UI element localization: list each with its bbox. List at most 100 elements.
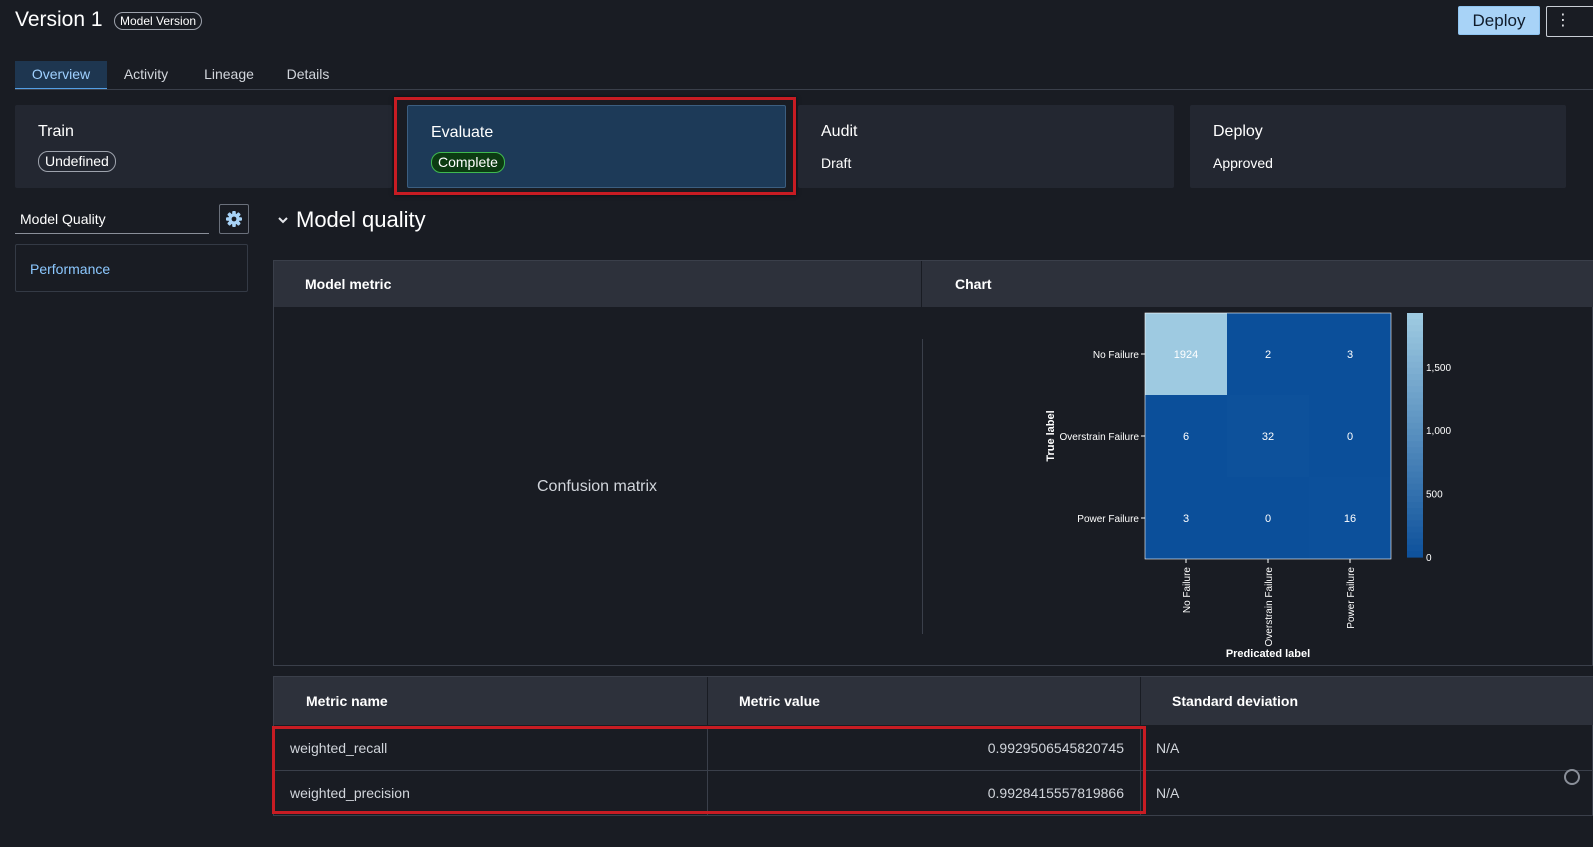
settings-button[interactable] — [219, 204, 249, 234]
table-header — [274, 677, 1593, 725]
cell-value-label: 2 — [1265, 349, 1271, 361]
colorbar-segment — [1407, 380, 1423, 387]
stage-card-evaluate[interactable]: Evaluate Complete — [407, 105, 786, 188]
sidebar-item-performance[interactable]: Performance — [30, 261, 110, 277]
colorbar-segment — [1407, 502, 1423, 509]
model-version-badge: Model Version — [114, 12, 203, 30]
colorbar-segment — [1407, 435, 1423, 442]
colorbar-segment — [1407, 343, 1423, 351]
tab-divider — [15, 89, 1593, 90]
colorbar-segment — [1407, 398, 1423, 406]
colorbar-tick-label: 1,500 — [1426, 363, 1451, 374]
colorbar-segment — [1407, 477, 1423, 485]
colorbar-segment — [1407, 410, 1423, 418]
status-text: Approved — [1213, 155, 1273, 171]
colorbar-segment — [1407, 404, 1423, 412]
section-title: Model quality — [296, 207, 426, 232]
cell-value-label: 32 — [1262, 431, 1274, 443]
colorbar-segment — [1407, 508, 1423, 515]
gear-icon — [226, 211, 242, 227]
colorbar-tick-label: 0 — [1426, 553, 1432, 564]
cell-value-label: 0 — [1347, 431, 1353, 443]
colorbar-segment — [1407, 544, 1423, 552]
colorbar-segment — [1407, 520, 1423, 528]
row-divider — [274, 770, 1593, 771]
colorbar-tick-label: 1,000 — [1426, 426, 1451, 437]
vertical-ellipsis-icon: ⋮ — [1555, 12, 1571, 29]
colorbar-segment — [1407, 483, 1423, 491]
colorbar-segment — [1407, 471, 1423, 479]
colorbar-segment — [1407, 337, 1423, 345]
scroll-handle[interactable] — [1564, 769, 1580, 785]
colorbar-segment — [1407, 325, 1423, 332]
colorbar-segment — [1407, 367, 1423, 375]
colorbar-segment — [1407, 355, 1423, 363]
tab-details[interactable]: Details — [275, 61, 341, 88]
metric-value-cell: 0.9928415557819866 — [987, 785, 1124, 801]
stage-card-train[interactable]: Train Undefined — [15, 105, 392, 188]
colorbar-segment — [1407, 532, 1423, 540]
colorbar-segment — [1407, 453, 1423, 460]
column-divider — [921, 261, 922, 307]
y-tick-label: No Failure — [1093, 350, 1140, 361]
colorbar-segment — [1407, 313, 1423, 320]
colorbar-segment — [1407, 428, 1423, 436]
tab-lineage[interactable]: Lineage — [193, 61, 265, 88]
y-tick-label: Power Failure — [1077, 514, 1139, 525]
stage-title: Deploy — [1213, 123, 1263, 140]
metric-name: Confusion matrix — [537, 478, 658, 495]
confusion-matrix-chart: 1924 2 3 6 32 0 3 0 16 No Failure Overstrain Failu… — [1045, 312, 1451, 660]
metric-name-cell: weighted_precision — [290, 785, 410, 801]
cell-value-label: 16 — [1344, 513, 1356, 525]
status-badge: Complete — [431, 152, 505, 173]
model-quality-select[interactable]: Model Quality — [15, 204, 209, 234]
x-axis-label: Predicated label — [1226, 648, 1310, 660]
colorbar-segment — [1407, 349, 1423, 357]
y-axis-label: True label — [1045, 410, 1057, 461]
cell-value-label: 1924 — [1174, 349, 1198, 361]
status-text: Draft — [821, 155, 852, 171]
colorbar-segment — [1407, 374, 1423, 381]
more-actions-button[interactable]: ⋮ — [1546, 6, 1593, 37]
colorbar-segment — [1407, 514, 1423, 521]
column-header-metric-name: Metric name — [306, 693, 388, 709]
colorbar-segment — [1407, 319, 1423, 326]
cell-value-label: 0 — [1265, 513, 1271, 525]
colorbar-segment — [1407, 386, 1423, 393]
metric-name-cell: weighted_recall — [290, 740, 388, 756]
column-header-chart: Chart — [955, 276, 992, 292]
x-tick-label: No Failure — [1182, 567, 1193, 614]
colorbar-segment — [1407, 416, 1423, 424]
colorbar-segment — [1407, 538, 1423, 546]
column-header-metric-value: Metric value — [739, 693, 820, 709]
column-header-standard-deviation: Standard deviation — [1172, 693, 1299, 709]
colorbar-segment — [1407, 550, 1423, 558]
tab-activity[interactable]: Activity — [110, 61, 182, 88]
colorbar-tick-label: 500 — [1426, 490, 1443, 501]
tab-overview[interactable]: Overview — [15, 61, 107, 89]
column-divider — [707, 677, 708, 725]
colorbar-segment — [1407, 465, 1423, 473]
table-header — [274, 261, 1593, 307]
column-divider — [1140, 726, 1141, 816]
page-title: Version 1 — [15, 8, 103, 31]
stage-title: Evaluate — [431, 124, 494, 141]
colorbar-segment — [1407, 422, 1423, 430]
stage-card-audit[interactable]: Audit Draft — [798, 105, 1174, 188]
cell-value-label: 6 — [1183, 431, 1189, 443]
colorbar-segment — [1407, 447, 1423, 454]
colorbar-segment — [1407, 489, 1423, 497]
cell-value-label: 3 — [1183, 513, 1189, 525]
x-tick-label: Power Failure — [1346, 567, 1357, 629]
stage-card-deploy[interactable]: Deploy Approved — [1190, 105, 1566, 188]
deploy-button[interactable]: Deploy — [1458, 6, 1540, 35]
cell-value-label: 3 — [1347, 349, 1353, 361]
chevron-down-icon[interactable] — [276, 213, 290, 227]
colorbar-segment — [1407, 361, 1423, 369]
column-header-model-metric: Model metric — [305, 276, 392, 292]
metric-value-cell: 0.9929506545820745 — [987, 740, 1124, 756]
x-tick-label: Overstrain Failure — [1264, 567, 1275, 647]
std-dev-cell: N/A — [1156, 740, 1180, 756]
colorbar-segment — [1407, 331, 1423, 338]
column-divider — [707, 726, 708, 816]
